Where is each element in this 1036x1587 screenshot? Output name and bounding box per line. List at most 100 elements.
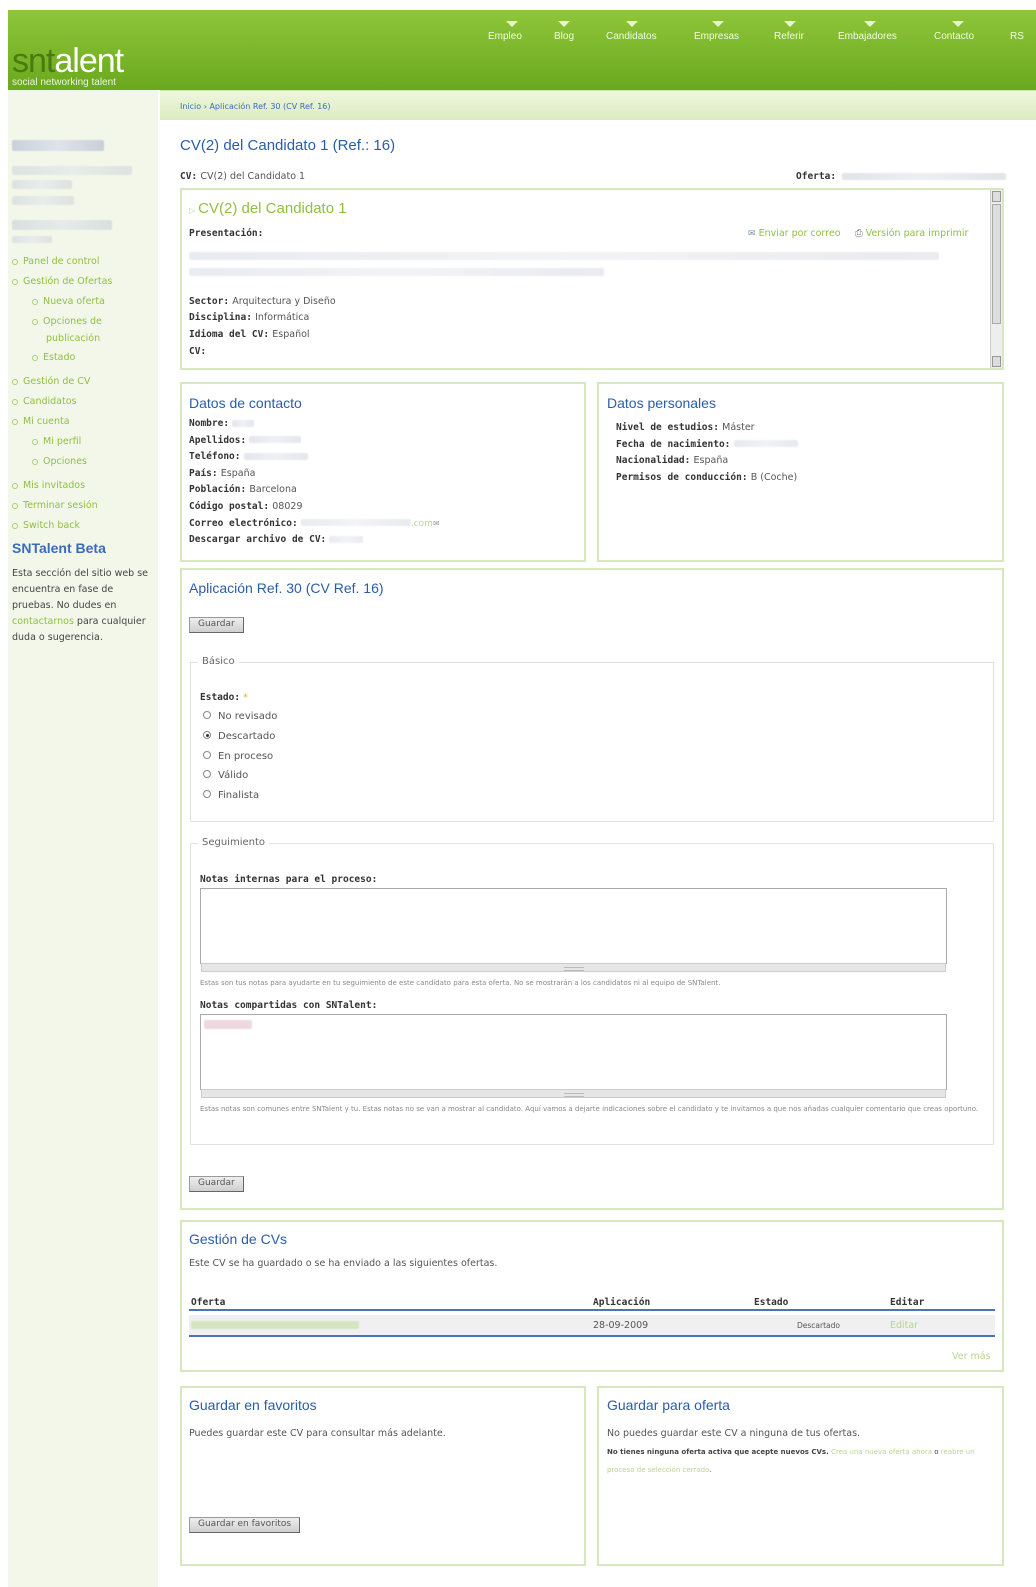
resize-grip[interactable]	[201, 1089, 946, 1098]
blurred-value	[232, 419, 255, 427]
blurred-cv-file[interactable]	[329, 535, 364, 543]
contact-list: Nombre: Apellidos: Teléfono: País: Españ…	[189, 416, 440, 549]
blurred-offer-link[interactable]	[191, 1321, 359, 1329]
apellidos-row: Apellidos:	[189, 433, 440, 450]
sidebar-item-logout[interactable]: Terminar sesión	[12, 500, 98, 511]
radio-label: No revisado	[218, 711, 278, 722]
sidebar-item-opciones-publicacion[interactable]: Opciones de	[32, 316, 102, 327]
scroll-up-icon[interactable]	[992, 191, 1001, 202]
printer-icon: ⎙	[855, 228, 863, 239]
pais-value: España	[220, 467, 256, 479]
nacionalidad-value: España	[693, 455, 729, 467]
scroll-thumb[interactable]	[992, 204, 1001, 324]
edit-link[interactable]: Editar	[890, 1320, 918, 1331]
nav-referir[interactable]: Referir	[774, 21, 804, 42]
cv-label: CV:	[180, 171, 198, 182]
sidebar-item-gestion-cv[interactable]: Gestión de CV	[12, 376, 90, 387]
cv-management-title: Gestión de CVs	[189, 1231, 288, 1247]
sidebar-item-candidatos[interactable]: Candidatos	[12, 396, 76, 407]
estado-label-row: Estado: *	[200, 692, 248, 703]
print-link-text: Versión para imprimir	[865, 228, 969, 239]
application-title: Aplicación Ref. 30 (CV Ref. 16)	[189, 580, 384, 596]
nacionalidad-row: Nacionalidad: España	[616, 453, 798, 470]
blurred-offer-name[interactable]	[842, 173, 1006, 180]
blurred-text	[12, 236, 52, 243]
cell-aplicacion: 28-09-2009	[593, 1320, 649, 1331]
radio-finalista[interactable]: Finalista	[203, 790, 259, 801]
blurred-presentation	[189, 268, 604, 276]
notas-internas-textarea[interactable]	[200, 888, 947, 972]
table-header: Oferta Aplicación Estado Editar	[189, 1297, 995, 1311]
print-link[interactable]: ⎙ Versión para imprimir	[855, 228, 968, 239]
sidebar	[8, 90, 158, 1587]
ver-mas-link[interactable]: Ver más	[952, 1351, 991, 1362]
save-button[interactable]: Guardar	[189, 617, 244, 633]
email-link[interactable]: ✉ Enviar por correo	[748, 228, 841, 239]
nacionalidad-label: Nacionalidad:	[616, 455, 691, 467]
sidebar-item-panel[interactable]: Panel de control	[12, 256, 99, 267]
contact-title: Datos de contacto	[189, 395, 302, 411]
or-text: o	[932, 1448, 941, 1456]
correo-row: Correo electrónico: .com✉	[189, 516, 440, 533]
radio-en-proceso[interactable]: En proceso	[203, 751, 273, 762]
nacimiento-label: Fecha de nacimiento:	[616, 438, 731, 450]
radio-label: Válido	[218, 770, 249, 781]
nombre-label: Nombre:	[189, 418, 230, 429]
sidebar-item-nueva-oferta[interactable]: Nueva oferta	[32, 296, 105, 307]
sidebar-item-ofertas[interactable]: Gestión de Ofertas	[12, 276, 112, 287]
favorites-title: Guardar en favoritos	[189, 1397, 317, 1413]
logo[interactable]: sntalent social networking talent	[12, 44, 124, 89]
sidebar-item-switch-back[interactable]: Switch back	[12, 520, 80, 531]
save-button-bottom[interactable]: Guardar	[189, 1176, 244, 1192]
radio-descartado[interactable]: Descartado	[203, 731, 275, 742]
cp-label: Código postal:	[189, 500, 270, 512]
permisos-label: Permisos de conducción:	[616, 471, 748, 483]
save-offer-note: No tienes ninguna oferta activa que acep…	[607, 1443, 992, 1479]
radio-circle-icon	[203, 770, 211, 778]
nav-candidatos[interactable]: Candidatos	[606, 21, 657, 42]
nav-label: Candidatos	[606, 31, 657, 42]
idioma-label: Idioma del CV:	[189, 329, 270, 340]
radio-valido[interactable]: Válido	[203, 770, 248, 781]
permisos-value: B (Coche)	[750, 471, 798, 483]
radio-no-revisado[interactable]: No revisado	[203, 711, 277, 722]
save-favorite-button[interactable]: Guardar en favoritos	[189, 1517, 301, 1533]
blurred-text	[12, 180, 72, 189]
nav-rss[interactable]: RS	[1010, 31, 1024, 42]
sidebar-item-mi-cuenta[interactable]: Mi cuenta	[12, 416, 70, 427]
page-title: CV(2) del Candidato 1 (Ref.: 16)	[180, 137, 396, 154]
beta-text: Esta sección del sitio web se encuentra …	[12, 566, 152, 646]
telefono-label: Teléfono:	[189, 451, 241, 463]
email-tail[interactable]: .com	[411, 519, 433, 529]
notas-compartidas-textarea[interactable]	[200, 1014, 947, 1098]
personal-list: Nivel de estudios: Máster Fecha de nacim…	[616, 420, 798, 486]
breadcrumb-link[interactable]: Inicio › Aplicación Ref. 30 (CV Ref. 16)	[180, 102, 331, 111]
cv-management-desc: Este CV se ha guardado o se ha enviado a…	[189, 1258, 498, 1269]
radio-label: Finalista	[218, 790, 260, 801]
sidebar-item-opciones-publicacion-cont[interactable]: publicación	[46, 333, 100, 344]
nav-empleo[interactable]: Empleo	[488, 21, 522, 42]
blurred-email[interactable]	[300, 519, 411, 527]
sidebar-item-mi-perfil[interactable]: Mi perfil	[32, 436, 81, 447]
radio-label: Descartado	[218, 731, 276, 742]
nav-empresas[interactable]: Empresas	[694, 21, 739, 42]
col-estado: Estado	[754, 1297, 789, 1308]
sidebar-item-opciones[interactable]: Opciones	[32, 456, 87, 467]
contact-link[interactable]: contactarnos	[12, 616, 74, 627]
notas-internas-label: Notas internas para el proceso:	[200, 874, 378, 885]
blurred-value	[243, 452, 308, 460]
cv-scrollbar[interactable]	[990, 190, 1002, 368]
presentacion-label: Presentación:	[189, 228, 264, 239]
nav-contacto[interactable]: Contacto	[934, 21, 974, 42]
nav-embajadores[interactable]: Embajadores	[838, 21, 897, 42]
nav-label: Blog	[554, 31, 575, 42]
create-offer-link[interactable]: Crea una nueva oferta ahora	[831, 1448, 932, 1456]
nav-blog[interactable]: Blog	[554, 21, 575, 42]
scroll-down-icon[interactable]	[992, 356, 1001, 367]
blurred-value	[733, 440, 798, 448]
sidebar-item-invitados[interactable]: Mis invitados	[12, 480, 85, 491]
notas-compartidas-help: Estas notas son comunes entre SNTalent y…	[200, 1105, 979, 1113]
sidebar-item-estado[interactable]: Estado	[32, 352, 75, 363]
poblacion-row: Población: Barcelona	[189, 482, 440, 499]
resize-grip[interactable]	[201, 963, 946, 972]
